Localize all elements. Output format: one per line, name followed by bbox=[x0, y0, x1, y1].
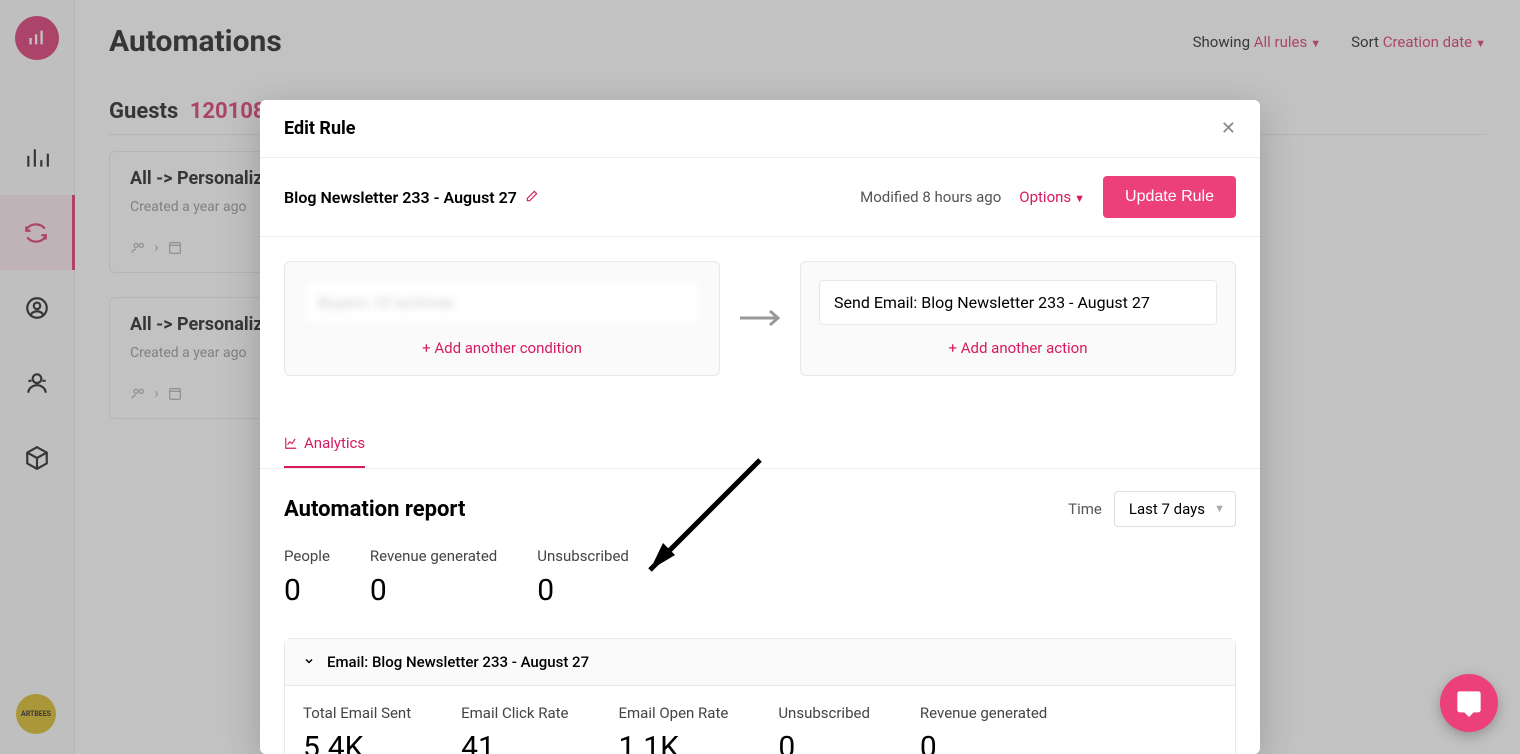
report-title: Automation report bbox=[284, 497, 465, 522]
stat-value: 1.1K bbox=[618, 730, 728, 754]
add-action-link[interactable]: + Add another action bbox=[819, 325, 1217, 357]
stat-value: 41 bbox=[461, 730, 568, 754]
plus-icon: + bbox=[422, 339, 431, 357]
plus-icon: + bbox=[948, 339, 957, 357]
stat-unsubscribed: Unsubscribed 0 bbox=[778, 704, 870, 754]
chat-widget[interactable] bbox=[1440, 674, 1498, 732]
rule-builder: Buyers: Of archives + Add another condit… bbox=[260, 237, 1260, 400]
actions-box: Send Email: Blog Newsletter 233 - August… bbox=[800, 261, 1236, 376]
modified-text: Modified 8 hours ago bbox=[860, 188, 1001, 206]
conditions-box: Buyers: Of archives + Add another condit… bbox=[284, 261, 720, 376]
stat-label: Unsubscribed bbox=[778, 704, 870, 722]
time-label: Time bbox=[1068, 500, 1102, 518]
rule-name: Blog Newsletter 233 - August 27 bbox=[284, 188, 539, 207]
chevron-down-icon: ▼ bbox=[1214, 502, 1225, 515]
edit-rule-modal: Edit Rule ✕ Blog Newsletter 233 - August… bbox=[260, 100, 1260, 754]
summary-label: Revenue generated bbox=[370, 547, 497, 565]
tab-analytics[interactable]: Analytics bbox=[284, 420, 365, 468]
arrow-right-icon bbox=[738, 302, 782, 335]
email-stats-toggle[interactable]: Email: Blog Newsletter 233 - August 27 bbox=[285, 639, 1235, 686]
stat-label: Email Click Rate bbox=[461, 704, 568, 722]
time-value: Last 7 days bbox=[1129, 500, 1205, 518]
action-pill[interactable]: Send Email: Blog Newsletter 233 - August… bbox=[819, 280, 1217, 325]
condition-pill[interactable]: Buyers: Of archives bbox=[303, 280, 701, 325]
stat-click-rate: Email Click Rate 41 bbox=[461, 704, 568, 754]
stat-value: 0 bbox=[778, 730, 870, 754]
stat-label: Total Email Sent bbox=[303, 704, 411, 722]
chevron-down-icon bbox=[303, 653, 315, 671]
stat-value: 5.4K bbox=[303, 730, 411, 754]
stat-open-rate: Email Open Rate 1.1K bbox=[618, 704, 728, 754]
modal-tabs: Analytics bbox=[260, 420, 1260, 469]
edit-name-icon[interactable] bbox=[525, 188, 539, 207]
summary-people: People 0 bbox=[284, 547, 330, 608]
time-dropdown[interactable]: Last 7 days ▼ bbox=[1114, 491, 1236, 527]
summary-label: People bbox=[284, 547, 330, 565]
stat-total-sent: Total Email Sent 5.4K bbox=[303, 704, 411, 754]
summary-value: 0 bbox=[284, 573, 330, 608]
tab-label: Analytics bbox=[304, 434, 365, 452]
options-dropdown[interactable]: Options▼ bbox=[1019, 188, 1085, 206]
add-condition-link[interactable]: + Add another condition bbox=[303, 325, 701, 357]
email-section-title: Email: Blog Newsletter 233 - August 27 bbox=[327, 653, 589, 671]
automation-report: Automation report Time Last 7 days ▼ Peo… bbox=[260, 469, 1260, 754]
stat-value: 0 bbox=[920, 730, 1047, 754]
stat-label: Revenue generated bbox=[920, 704, 1047, 722]
stat-revenue: Revenue generated 0 bbox=[920, 704, 1047, 754]
modal-title: Edit Rule bbox=[284, 118, 356, 139]
summary-value: 0 bbox=[537, 573, 629, 608]
close-icon[interactable]: ✕ bbox=[1221, 118, 1236, 139]
summary-label: Unsubscribed bbox=[537, 547, 629, 565]
summary-stats: People 0 Revenue generated 0 Unsubscribe… bbox=[284, 547, 1236, 608]
summary-revenue: Revenue generated 0 bbox=[370, 547, 497, 608]
email-stats-section: Email: Blog Newsletter 233 - August 27 T… bbox=[284, 638, 1236, 754]
summary-value: 0 bbox=[370, 573, 497, 608]
summary-unsubscribed: Unsubscribed 0 bbox=[537, 547, 629, 608]
update-rule-button[interactable]: Update Rule bbox=[1103, 176, 1236, 218]
rule-name-text: Blog Newsletter 233 - August 27 bbox=[284, 188, 517, 207]
stat-label: Email Open Rate bbox=[618, 704, 728, 722]
